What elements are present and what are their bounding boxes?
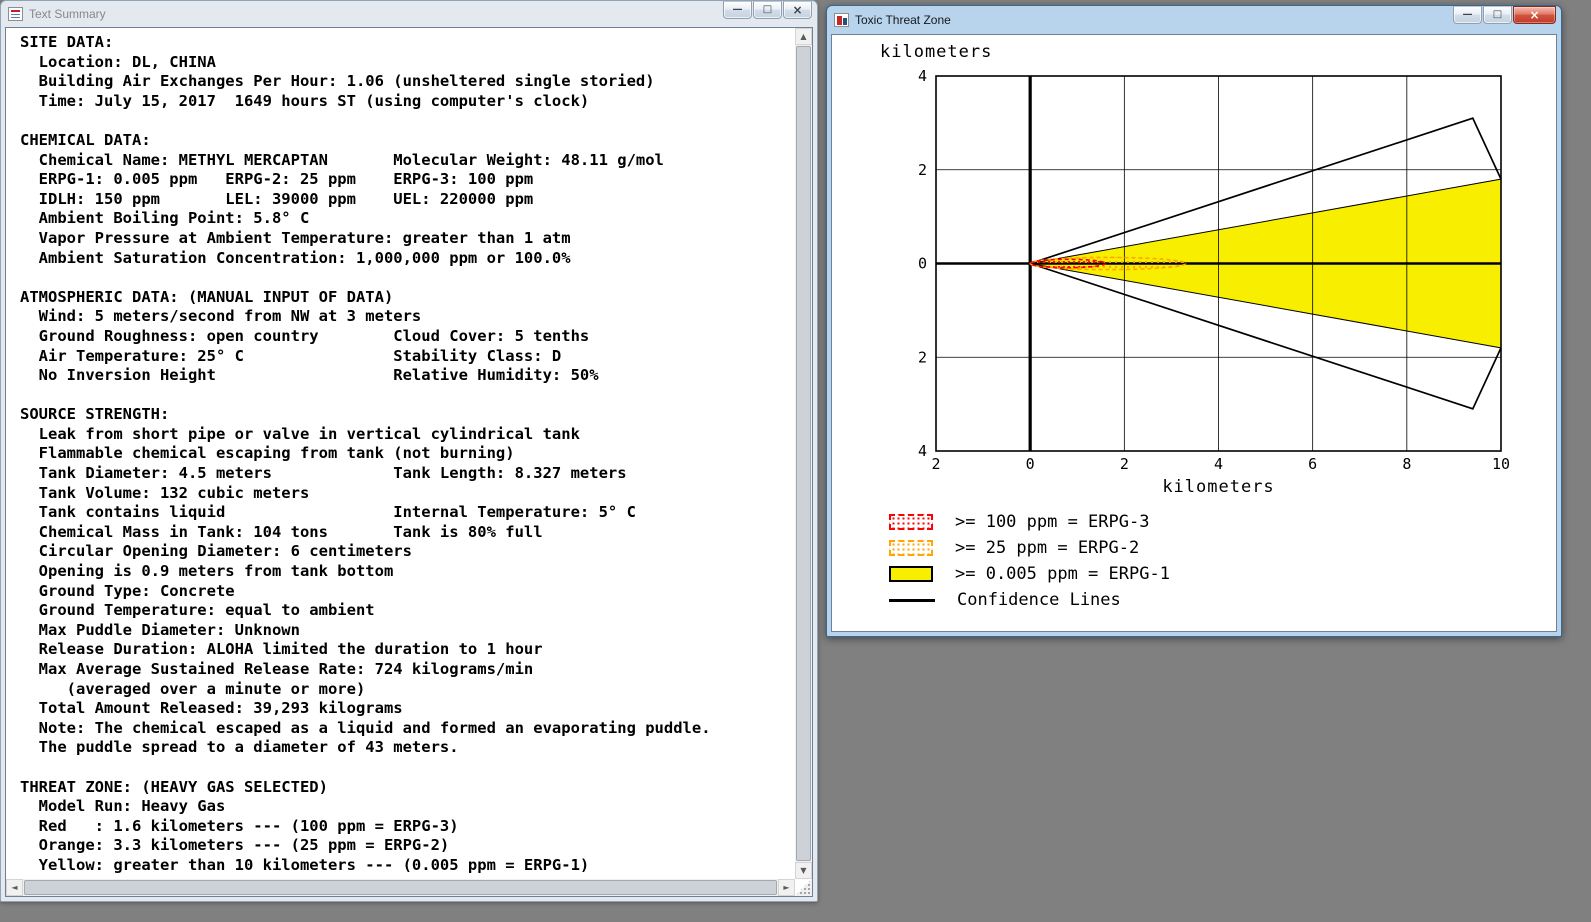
svg-text:2: 2 — [918, 348, 927, 366]
maximize-icon: □ — [762, 4, 773, 15]
text-summary-title: Text Summary — [29, 7, 106, 21]
threat-zone-window-icon — [834, 13, 849, 27]
maximize-icon: □ — [1492, 9, 1503, 20]
legend-row-erpg1: >= 0.005 ppm = ERPG-1 — [889, 561, 1170, 587]
vertical-scroll-track[interactable] — [795, 45, 812, 862]
horizontal-scroll-thumb[interactable] — [24, 880, 777, 895]
svg-text:0: 0 — [1026, 455, 1035, 473]
text-summary-window: Text Summary — □ × SITE DATA: Location: … — [0, 0, 818, 902]
erpg2-swatch — [889, 540, 933, 556]
svg-text:4: 4 — [1214, 455, 1223, 473]
svg-text:4: 4 — [918, 67, 927, 85]
scroll-left-icon: ◄ — [11, 883, 18, 892]
horizontal-scrollbar[interactable]: ◄ ► — [6, 879, 795, 896]
threat-zone-titlebar[interactable]: Toxic Threat Zone — □ × — [827, 6, 1561, 34]
svg-text:0: 0 — [918, 255, 927, 273]
close-icon: × — [792, 3, 803, 17]
mdi-desktop-background: Text Summary — □ × SITE DATA: Location: … — [0, 0, 1591, 922]
toxic-threat-zone-window: Toxic Threat Zone — □ × 2 0 2 4 6 8 10 4 2 0 2 4 kil… — [826, 5, 1562, 637]
maximize-button[interactable]: □ — [753, 1, 782, 19]
svg-text:kilometers: kilometers — [1162, 477, 1274, 497]
erpg1-swatch — [889, 566, 933, 582]
svg-text:2: 2 — [931, 455, 940, 473]
scroll-left-button[interactable]: ◄ — [6, 879, 23, 896]
scroll-up-button[interactable]: ▲ — [795, 28, 812, 45]
vertical-scroll-thumb[interactable] — [796, 46, 811, 861]
minimize-button[interactable]: — — [1453, 6, 1482, 24]
vertical-scrollbar[interactable]: ▲ ▼ — [795, 28, 812, 879]
erpg1-legend-label: >= 0.005 ppm = ERPG-1 — [955, 564, 1170, 584]
svg-text:2: 2 — [918, 161, 927, 179]
erpg2-legend-label: >= 25 ppm = ERPG-2 — [955, 538, 1140, 558]
svg-text:kilometers: kilometers — [880, 42, 992, 62]
minimize-button[interactable]: — — [723, 1, 752, 19]
svg-text:4: 4 — [918, 442, 927, 460]
legend-row-erpg3: >= 100 ppm = ERPG-3 — [889, 509, 1170, 535]
resize-grip[interactable] — [795, 879, 812, 896]
threat-zone-plot: 2 0 2 4 6 8 1042024kilometerskilometers — [880, 42, 1510, 497]
svg-text:2: 2 — [1120, 455, 1129, 473]
erpg3-swatch — [889, 514, 933, 530]
text-summary-window-icon — [8, 7, 23, 21]
scroll-down-icon: ▼ — [800, 866, 807, 875]
text-summary-titlebar[interactable]: Text Summary — □ × — [1, 1, 817, 27]
confidence-legend-label: Confidence Lines — [957, 590, 1121, 610]
minimize-icon: — — [732, 4, 743, 15]
close-button[interactable]: × — [1513, 6, 1556, 24]
text-summary-client-area: SITE DATA: Location: DL, CHINA Building … — [5, 27, 813, 897]
close-button[interactable]: × — [783, 1, 812, 19]
scroll-right-button[interactable]: ► — [778, 879, 795, 896]
threat-zone-client-area: 2 0 2 4 6 8 10 4 2 0 2 4 kilometers kilometers >= 100… — [831, 34, 1557, 632]
threat-zone-legend: >= 100 ppm = ERPG-3 >= 25 ppm = ERPG-2 >… — [889, 509, 1170, 613]
horizontal-scroll-track[interactable] — [23, 879, 778, 896]
legend-row-confidence: Confidence Lines — [889, 587, 1170, 613]
legend-row-erpg2: >= 25 ppm = ERPG-2 — [889, 535, 1170, 561]
maximize-button[interactable]: □ — [1483, 6, 1512, 24]
scroll-right-icon: ► — [783, 883, 790, 892]
minimize-icon: — — [1462, 9, 1473, 20]
red-zone — [1029, 258, 1107, 269]
svg-text:6: 6 — [1308, 455, 1317, 473]
scroll-down-button[interactable]: ▼ — [795, 862, 812, 879]
threat-zone-title: Toxic Threat Zone — [855, 13, 951, 27]
scroll-up-icon: ▲ — [800, 32, 807, 41]
close-icon: × — [1529, 8, 1540, 22]
confidence-line-swatch — [889, 598, 935, 602]
erpg3-legend-label: >= 100 ppm = ERPG-3 — [955, 512, 1150, 532]
text-summary-content: SITE DATA: Location: DL, CHINA Building … — [20, 33, 711, 874]
svg-text:8: 8 — [1402, 455, 1411, 473]
svg-text:10: 10 — [1492, 455, 1510, 473]
